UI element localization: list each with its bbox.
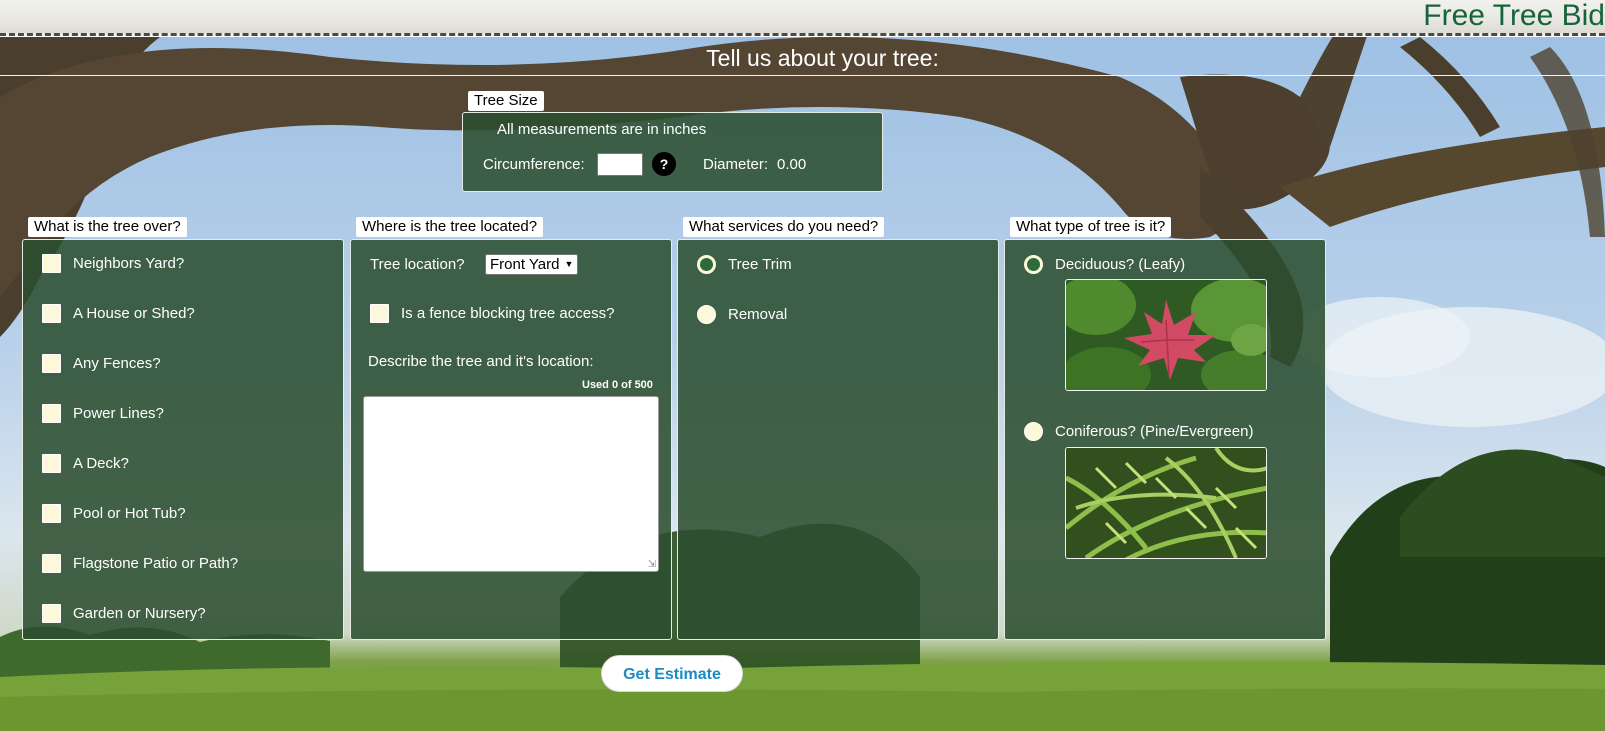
removal-radio[interactable] xyxy=(697,305,716,324)
resize-handle-icon[interactable]: ⇲ xyxy=(648,559,656,570)
deck-checkbox[interactable] xyxy=(42,454,61,473)
description-textarea[interactable]: ⇲ xyxy=(363,396,659,572)
measurement-note: All measurements are in inches xyxy=(497,121,707,138)
pine-image xyxy=(1066,448,1266,558)
fences-label[interactable]: Any Fences? xyxy=(73,355,161,372)
tree-over-panel xyxy=(22,239,344,640)
pine-needles-photo[interactable] xyxy=(1065,447,1267,559)
pool-hot-tub-checkbox[interactable] xyxy=(42,504,61,523)
flagstone-patio-label[interactable]: Flagstone Patio or Path? xyxy=(73,555,238,572)
pool-hot-tub-label[interactable]: Pool or Hot Tub? xyxy=(73,505,186,522)
garden-nursery-label[interactable]: Garden or Nursery? xyxy=(73,605,206,622)
tree-location-selected: Front Yard xyxy=(490,256,560,273)
flagstone-patio-checkbox[interactable] xyxy=(42,554,61,573)
get-estimate-button[interactable]: Get Estimate xyxy=(601,655,743,692)
deciduous-radio[interactable] xyxy=(1024,255,1043,274)
circumference-label: Circumference: xyxy=(483,156,585,173)
fence-blocking-checkbox[interactable] xyxy=(370,304,389,323)
tree-type-legend: What type of tree is it? xyxy=(1010,217,1172,237)
form-heading: Tell us about your tree: xyxy=(0,43,1605,76)
tree-size-legend: Tree Size xyxy=(468,91,544,111)
fences-checkbox[interactable] xyxy=(42,354,61,373)
character-counter: Used 0 of 500 xyxy=(582,379,653,391)
diameter-value: 0.00 xyxy=(777,156,807,173)
deck-label[interactable]: A Deck? xyxy=(73,455,129,472)
house-shed-label[interactable]: A House or Shed? xyxy=(73,305,195,322)
red-maple-leaf-photo[interactable] xyxy=(1065,279,1267,391)
fence-blocking-label[interactable]: Is a fence blocking tree access? xyxy=(401,305,614,322)
neighbors-yard-label[interactable]: Neighbors Yard? xyxy=(73,255,184,272)
neighbors-yard-checkbox[interactable] xyxy=(42,254,61,273)
help-button[interactable]: ? xyxy=(652,152,676,176)
chevron-down-icon: ▼ xyxy=(564,259,574,269)
describe-label: Describe the tree and it's location: xyxy=(368,353,594,370)
power-lines-label[interactable]: Power Lines? xyxy=(73,405,164,422)
diameter-label: Diameter: xyxy=(703,156,769,173)
services-legend: What services do you need? xyxy=(683,217,885,237)
removal-label[interactable]: Removal xyxy=(728,306,787,323)
tree-location-legend: Where is the tree located? xyxy=(356,217,544,237)
site-header: Free Tree Bid xyxy=(0,0,1605,36)
tree-location-label: Tree location? xyxy=(370,256,465,273)
tree-location-select[interactable]: Front Yard ▼ xyxy=(485,254,579,275)
services-panel xyxy=(677,239,999,640)
site-title[interactable]: Free Tree Bid xyxy=(1423,0,1605,32)
maple-leaf-image xyxy=(1066,280,1266,390)
coniferous-label[interactable]: Coniferous? (Pine/Evergreen) xyxy=(1055,423,1253,440)
house-shed-checkbox[interactable] xyxy=(42,304,61,323)
tree-trim-radio[interactable] xyxy=(697,255,716,274)
deciduous-label[interactable]: Deciduous? (Leafy) xyxy=(1055,256,1185,273)
tree-trim-label[interactable]: Tree Trim xyxy=(728,256,792,273)
circumference-input[interactable] xyxy=(597,153,643,176)
tree-over-legend: What is the tree over? xyxy=(28,217,187,237)
garden-nursery-checkbox[interactable] xyxy=(42,604,61,623)
coniferous-radio[interactable] xyxy=(1024,422,1043,441)
power-lines-checkbox[interactable] xyxy=(42,404,61,423)
